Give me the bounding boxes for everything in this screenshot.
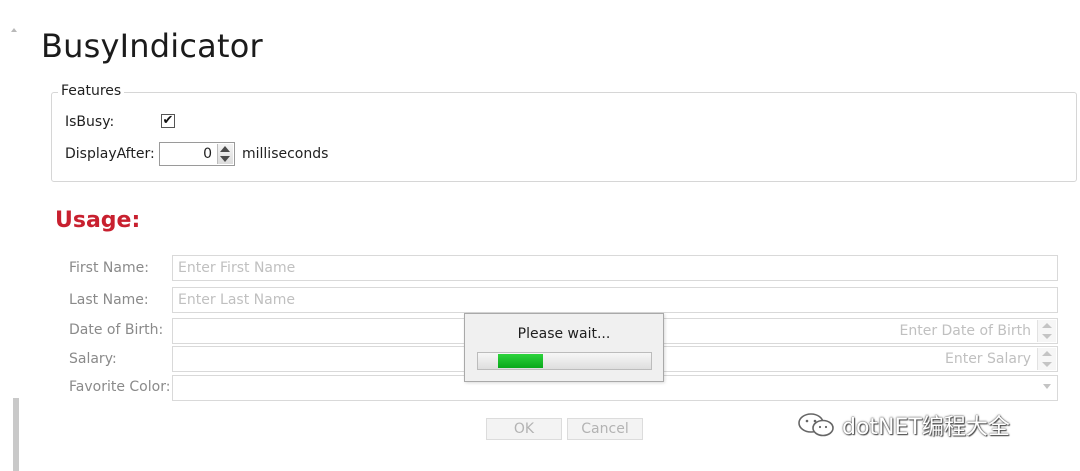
- dob-spinner[interactable]: [1037, 320, 1056, 342]
- busy-progress-bar: [477, 352, 652, 370]
- spin-down-icon[interactable]: [1042, 362, 1052, 367]
- watermark-text: dotNET编程大全: [842, 415, 1010, 440]
- features-groupbox: [51, 92, 1077, 182]
- first-name-placeholder: Enter First Name: [178, 260, 296, 276]
- dob-label: Date of Birth:: [69, 322, 164, 338]
- display-after-value: 0: [203, 146, 212, 162]
- scrollbar-thumb[interactable]: [13, 398, 19, 471]
- first-name-input[interactable]: Enter First Name: [172, 255, 1058, 281]
- favorite-color-label: Favorite Color:: [69, 379, 171, 395]
- last-name-label: Last Name:: [69, 292, 149, 308]
- wechat-icon: [798, 413, 834, 437]
- busy-progress-fill: [498, 354, 543, 368]
- chevron-down-icon[interactable]: [1043, 384, 1051, 389]
- spin-down-icon[interactable]: [1042, 334, 1052, 339]
- page-title: BusyIndicator: [41, 27, 263, 65]
- salary-label: Salary:: [69, 351, 117, 367]
- isbusy-label: IsBusy:: [65, 114, 115, 130]
- display-after-numeric-input[interactable]: 0: [159, 142, 235, 166]
- watermark: dotNET编程大全: [796, 409, 1010, 441]
- milliseconds-label: milliseconds: [242, 146, 329, 162]
- spin-up-icon[interactable]: [220, 146, 230, 152]
- features-legend: Features: [58, 83, 125, 99]
- cancel-button[interactable]: Cancel: [567, 418, 643, 440]
- busy-indicator-dialog: Please wait...: [464, 313, 664, 382]
- display-after-spinner[interactable]: [217, 144, 233, 164]
- salary-spinner[interactable]: [1037, 348, 1056, 370]
- busy-message: Please wait...: [517, 326, 611, 342]
- salary-placeholder: Enter Salary: [944, 351, 1031, 367]
- usage-title: Usage:: [55, 208, 141, 233]
- spin-up-icon[interactable]: [1042, 323, 1052, 328]
- ok-button[interactable]: OK: [486, 418, 562, 440]
- last-name-input[interactable]: Enter Last Name: [172, 287, 1058, 313]
- display-after-label: DisplayAfter:: [65, 146, 155, 162]
- spin-up-icon[interactable]: [1042, 351, 1052, 356]
- scroll-up-arrow-icon[interactable]: [11, 28, 17, 32]
- isbusy-checkbox[interactable]: ✔: [161, 114, 175, 128]
- first-name-label: First Name:: [69, 260, 149, 276]
- dob-placeholder: Enter Date of Birth: [899, 323, 1032, 339]
- last-name-placeholder: Enter Last Name: [178, 292, 295, 308]
- spin-down-icon[interactable]: [220, 156, 230, 162]
